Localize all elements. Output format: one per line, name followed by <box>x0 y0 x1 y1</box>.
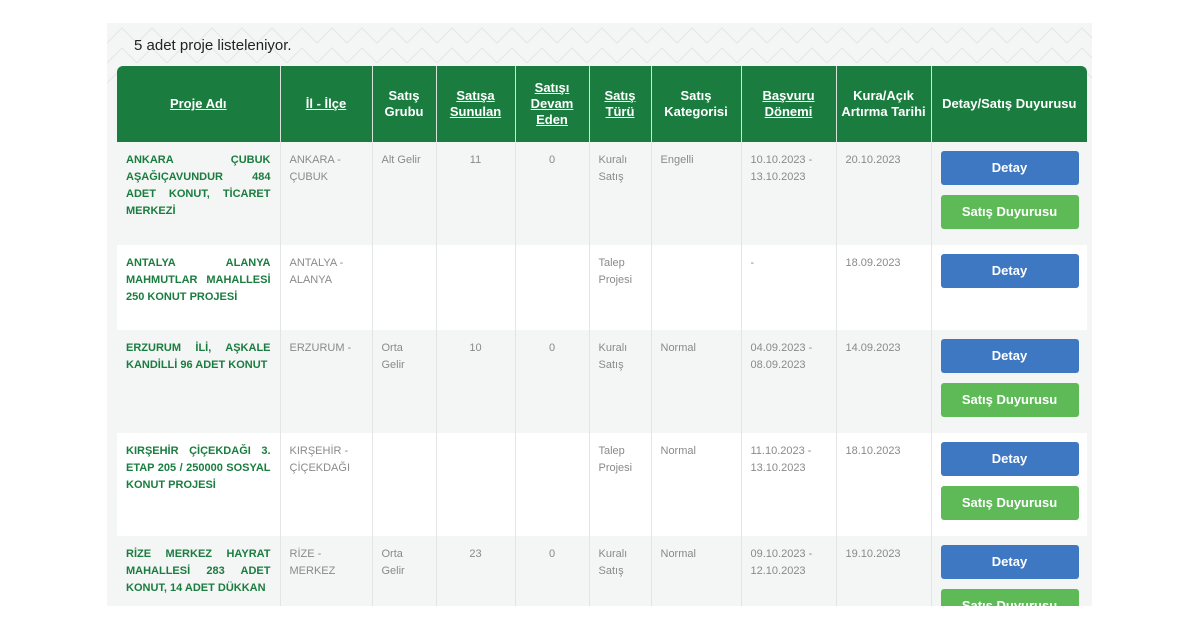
project-ongoing: 0 <box>515 142 590 245</box>
project-type: Talep Projesi <box>589 433 652 536</box>
project-group: Orta Gelir <box>372 536 437 606</box>
header-satisa-sunulan[interactable]: Satışa Sunulan <box>436 66 516 142</box>
project-group <box>372 245 437 330</box>
header-satis-turu[interactable]: Satış Türü <box>589 66 652 142</box>
project-period: 11.10.2023 - 13.10.2023 <box>741 433 837 536</box>
project-type: Kuralı Satış <box>589 142 652 245</box>
project-list-panel: 5 adet proje listeleniyor. Proje Adı İl … <box>107 23 1092 606</box>
project-group: Alt Gelir <box>372 142 437 245</box>
project-name[interactable]: ANTALYA ALANYA MAHMUTLAR MAHALLESİ 250 K… <box>117 245 281 330</box>
detay-button[interactable]: Detay <box>940 545 1079 579</box>
project-category: Normal <box>651 330 742 433</box>
project-actions: Detay Satış Duyurusu <box>931 433 1087 536</box>
project-location: ANKARA - ÇUBUK <box>280 142 373 245</box>
project-period: 09.10.2023 - 12.10.2023 <box>741 536 837 606</box>
project-type: Talep Projesi <box>589 245 652 330</box>
project-type: Kuralı Satış <box>589 330 652 433</box>
detay-button[interactable]: Detay <box>940 151 1079 185</box>
project-offered: 11 <box>436 142 516 245</box>
project-draw-date: 18.10.2023 <box>836 433 932 536</box>
project-offered: 23 <box>436 536 516 606</box>
table-row: ANTALYA ALANYA MAHMUTLAR MAHALLESİ 250 K… <box>117 245 1087 330</box>
project-actions: Detay Satış Duyurusu <box>931 536 1087 606</box>
header-detay-duyuru: Detay/Satış Duyurusu <box>931 66 1087 142</box>
project-category: Engelli <box>651 142 742 245</box>
project-category: Normal <box>651 536 742 606</box>
project-type: Kuralı Satış <box>589 536 652 606</box>
project-category: Normal <box>651 433 742 536</box>
project-offered: 10 <box>436 330 516 433</box>
project-draw-date: 18.09.2023 <box>836 245 932 330</box>
project-location: ANTALYA - ALANYA <box>280 245 373 330</box>
project-table: Proje Adı İl - İlçe Satış Grubu Satışa S… <box>117 66 1087 606</box>
header-basvuru-donemi[interactable]: Başvuru Dönemi <box>741 66 837 142</box>
project-ongoing <box>515 245 590 330</box>
project-period: 10.10.2023 - 13.10.2023 <box>741 142 837 245</box>
header-il-ilce[interactable]: İl - İlçe <box>280 66 373 142</box>
project-name[interactable]: KIRŞEHİR ÇİÇEKDAĞI 3. ETAP 205 / 250000 … <box>117 433 281 536</box>
project-name[interactable]: RİZE MERKEZ HAYRAT MAHALLESİ 283 ADET KO… <box>117 536 281 606</box>
listing-count-text: 5 adet proje listeleniyor. <box>134 37 292 54</box>
satis-duyurusu-button[interactable]: Satış Duyurusu <box>940 589 1079 606</box>
project-draw-date: 14.09.2023 <box>836 330 932 433</box>
project-actions: Detay Satış Duyurusu <box>931 330 1087 433</box>
detay-button[interactable]: Detay <box>940 339 1079 373</box>
project-group <box>372 433 437 536</box>
project-actions: Detay Satış Duyurusu <box>931 142 1087 245</box>
header-satisi-devam-eden[interactable]: Satışı Devam Eden <box>515 66 590 142</box>
header-satis-kategorisi: Satış Kategorisi <box>651 66 742 142</box>
project-period: 04.09.2023 - 08.09.2023 <box>741 330 837 433</box>
project-group: Orta Gelir <box>372 330 437 433</box>
project-name[interactable]: ERZURUM İLİ, AŞKALE KANDİLLİ 96 ADET KON… <box>117 330 281 433</box>
table-row: RİZE MERKEZ HAYRAT MAHALLESİ 283 ADET KO… <box>117 536 1087 606</box>
detay-button[interactable]: Detay <box>940 442 1079 476</box>
project-category <box>651 245 742 330</box>
project-draw-date: 19.10.2023 <box>836 536 932 606</box>
project-ongoing: 0 <box>515 330 590 433</box>
project-offered <box>436 433 516 536</box>
table-row: ANKARA ÇUBUK AŞAĞIÇAVUNDUR 484 ADET KONU… <box>117 142 1087 245</box>
project-location: ERZURUM - <box>280 330 373 433</box>
satis-duyurusu-button[interactable]: Satış Duyurusu <box>940 195 1079 229</box>
header-proje-adi[interactable]: Proje Adı <box>117 66 281 142</box>
satis-duyurusu-button[interactable]: Satış Duyurusu <box>940 486 1079 520</box>
project-period: - <box>741 245 837 330</box>
project-name[interactable]: ANKARA ÇUBUK AŞAĞIÇAVUNDUR 484 ADET KONU… <box>117 142 281 245</box>
header-satis-grubu: Satış Grubu <box>372 66 437 142</box>
header-kura-tarihi: Kura/Açık Artırma Tarihi <box>836 66 932 142</box>
project-location: RİZE - MERKEZ <box>280 536 373 606</box>
satis-duyurusu-button[interactable]: Satış Duyurusu <box>940 383 1079 417</box>
project-location: KIRŞEHİR - ÇİÇEKDAĞI <box>280 433 373 536</box>
project-draw-date: 20.10.2023 <box>836 142 932 245</box>
project-offered <box>436 245 516 330</box>
project-ongoing: 0 <box>515 536 590 606</box>
project-actions: Detay <box>931 245 1087 330</box>
detay-button[interactable]: Detay <box>940 254 1079 288</box>
table-row: KIRŞEHİR ÇİÇEKDAĞI 3. ETAP 205 / 250000 … <box>117 433 1087 536</box>
project-ongoing <box>515 433 590 536</box>
table-row: ERZURUM İLİ, AŞKALE KANDİLLİ 96 ADET KON… <box>117 330 1087 433</box>
table-header-row: Proje Adı İl - İlçe Satış Grubu Satışa S… <box>117 66 1087 142</box>
